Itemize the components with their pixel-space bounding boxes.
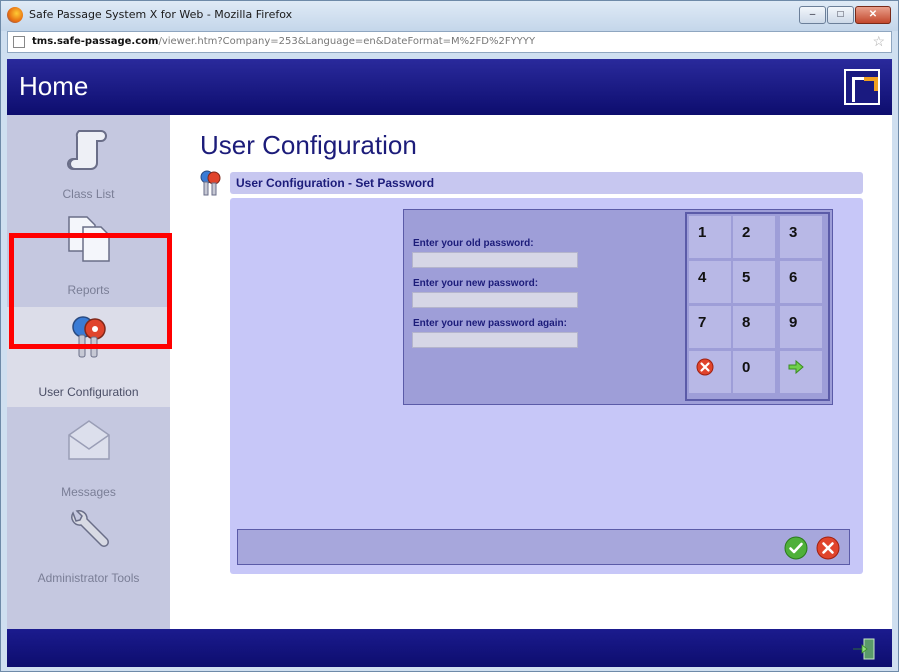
page-icon (13, 36, 25, 48)
keypad-key-2[interactable]: 2 (733, 216, 775, 258)
url-domain: tms.safe-passage.com (32, 36, 159, 47)
green-arrow-icon (788, 359, 804, 375)
browser-window: Safe Passage System X for Web - Mozilla … (0, 0, 899, 672)
keys-icon (72, 316, 106, 358)
keypad-clear-button[interactable] (689, 351, 731, 393)
key-label: 8 (742, 314, 751, 331)
panel-title: User Configuration - Set Password (236, 176, 435, 190)
keypad-enter-button[interactable] (780, 351, 822, 393)
close-button[interactable]: ✕ (855, 6, 891, 24)
maximize-button[interactable]: □ (827, 6, 854, 24)
sidebar-item-label: Class List (62, 187, 115, 201)
sidebar-item-user-configuration[interactable]: User Configuration (7, 307, 170, 407)
key-label: 0 (742, 359, 751, 376)
clear-x-icon (696, 358, 714, 376)
confirm-password-field[interactable] (412, 332, 578, 348)
password-form: Enter your old password: Enter your new … (403, 209, 833, 405)
firefox-icon (7, 7, 23, 23)
cancel-x-button[interactable] (816, 536, 840, 560)
safe-passage-logo-icon (844, 69, 880, 105)
window-title: Safe Passage System X for Web - Mozilla … (29, 8, 293, 21)
keypad-key-1[interactable]: 1 (689, 216, 731, 258)
sidebar-item-label: Administrator Tools (37, 571, 140, 585)
page-title: User Configuration (200, 130, 417, 160)
old-password-label: Enter your old password: (413, 238, 534, 249)
address-bar[interactable]: tms.safe-passage.com/viewer.htm?Company=… (7, 31, 892, 53)
header-title[interactable]: Home (19, 71, 88, 102)
key-label: 2 (742, 224, 751, 241)
keypad-key-5[interactable]: 5 (733, 261, 775, 303)
key-label: 3 (789, 224, 798, 241)
sidebar: Class List Reports User Configuration Me… (7, 115, 170, 629)
sidebar-item-class-list[interactable]: Class List (7, 115, 170, 211)
envelope-icon (68, 420, 110, 460)
keypad-key-3[interactable]: 3 (780, 216, 822, 258)
new-password-field[interactable] (412, 292, 578, 308)
keypad-key-7[interactable]: 7 (689, 306, 731, 348)
title-bar: Safe Passage System X for Web - Mozilla … (1, 1, 898, 31)
panel-header: User Configuration - Set Password (230, 172, 863, 194)
url-path: /viewer.htm?Company=253&Language=en&Date… (158, 36, 536, 47)
sidebar-item-label: Messages (61, 485, 116, 499)
main-content: User Configuration User Configuration - … (170, 115, 892, 629)
keypad-key-0[interactable]: 0 (733, 351, 775, 393)
key-label: 6 (789, 269, 798, 286)
key-label: 1 (698, 224, 707, 241)
keypad-key-4[interactable]: 4 (689, 261, 731, 303)
sidebar-item-reports[interactable]: Reports (7, 211, 170, 307)
confirm-check-button[interactable] (784, 536, 808, 560)
numeric-keypad: 1 2 3 4 5 6 7 8 9 0 (685, 212, 830, 401)
key-label: 7 (698, 314, 707, 331)
new-password-label: Enter your new password: (413, 278, 539, 289)
keypad-key-8[interactable]: 8 (733, 306, 775, 348)
key-label: 9 (789, 314, 798, 331)
confirm-password-label: Enter your new password again: (413, 318, 567, 329)
key-label: 5 (742, 269, 751, 286)
keypad-key-9[interactable]: 9 (780, 306, 822, 348)
documents-icon (68, 216, 110, 262)
set-password-panel: Enter your old password: Enter your new … (230, 198, 863, 574)
app-content: Home Class List Reports User Configurati… (7, 59, 892, 667)
sidebar-item-administrator-tools[interactable]: Administrator Tools (7, 507, 170, 607)
sidebar-item-messages[interactable]: Messages (7, 407, 170, 507)
app-header: Home (7, 59, 892, 115)
old-password-field[interactable] (412, 252, 578, 268)
sidebar-item-label: Reports (67, 283, 110, 297)
wrench-icon (71, 510, 109, 547)
keypad-key-6[interactable]: 6 (780, 261, 822, 303)
sidebar-item-label: User Configuration (38, 385, 139, 399)
scroll-icon (67, 130, 107, 170)
exit-door-icon[interactable] (852, 638, 876, 660)
bookmark-star-icon[interactable]: ☆ (872, 33, 885, 50)
minimize-button[interactable]: – (799, 6, 826, 24)
keys-small-icon (200, 170, 221, 196)
app-footer (7, 629, 892, 667)
action-bar (237, 529, 850, 565)
url-text[interactable]: tms.safe-passage.com/viewer.htm?Company=… (32, 36, 535, 47)
key-label: 4 (698, 269, 707, 286)
